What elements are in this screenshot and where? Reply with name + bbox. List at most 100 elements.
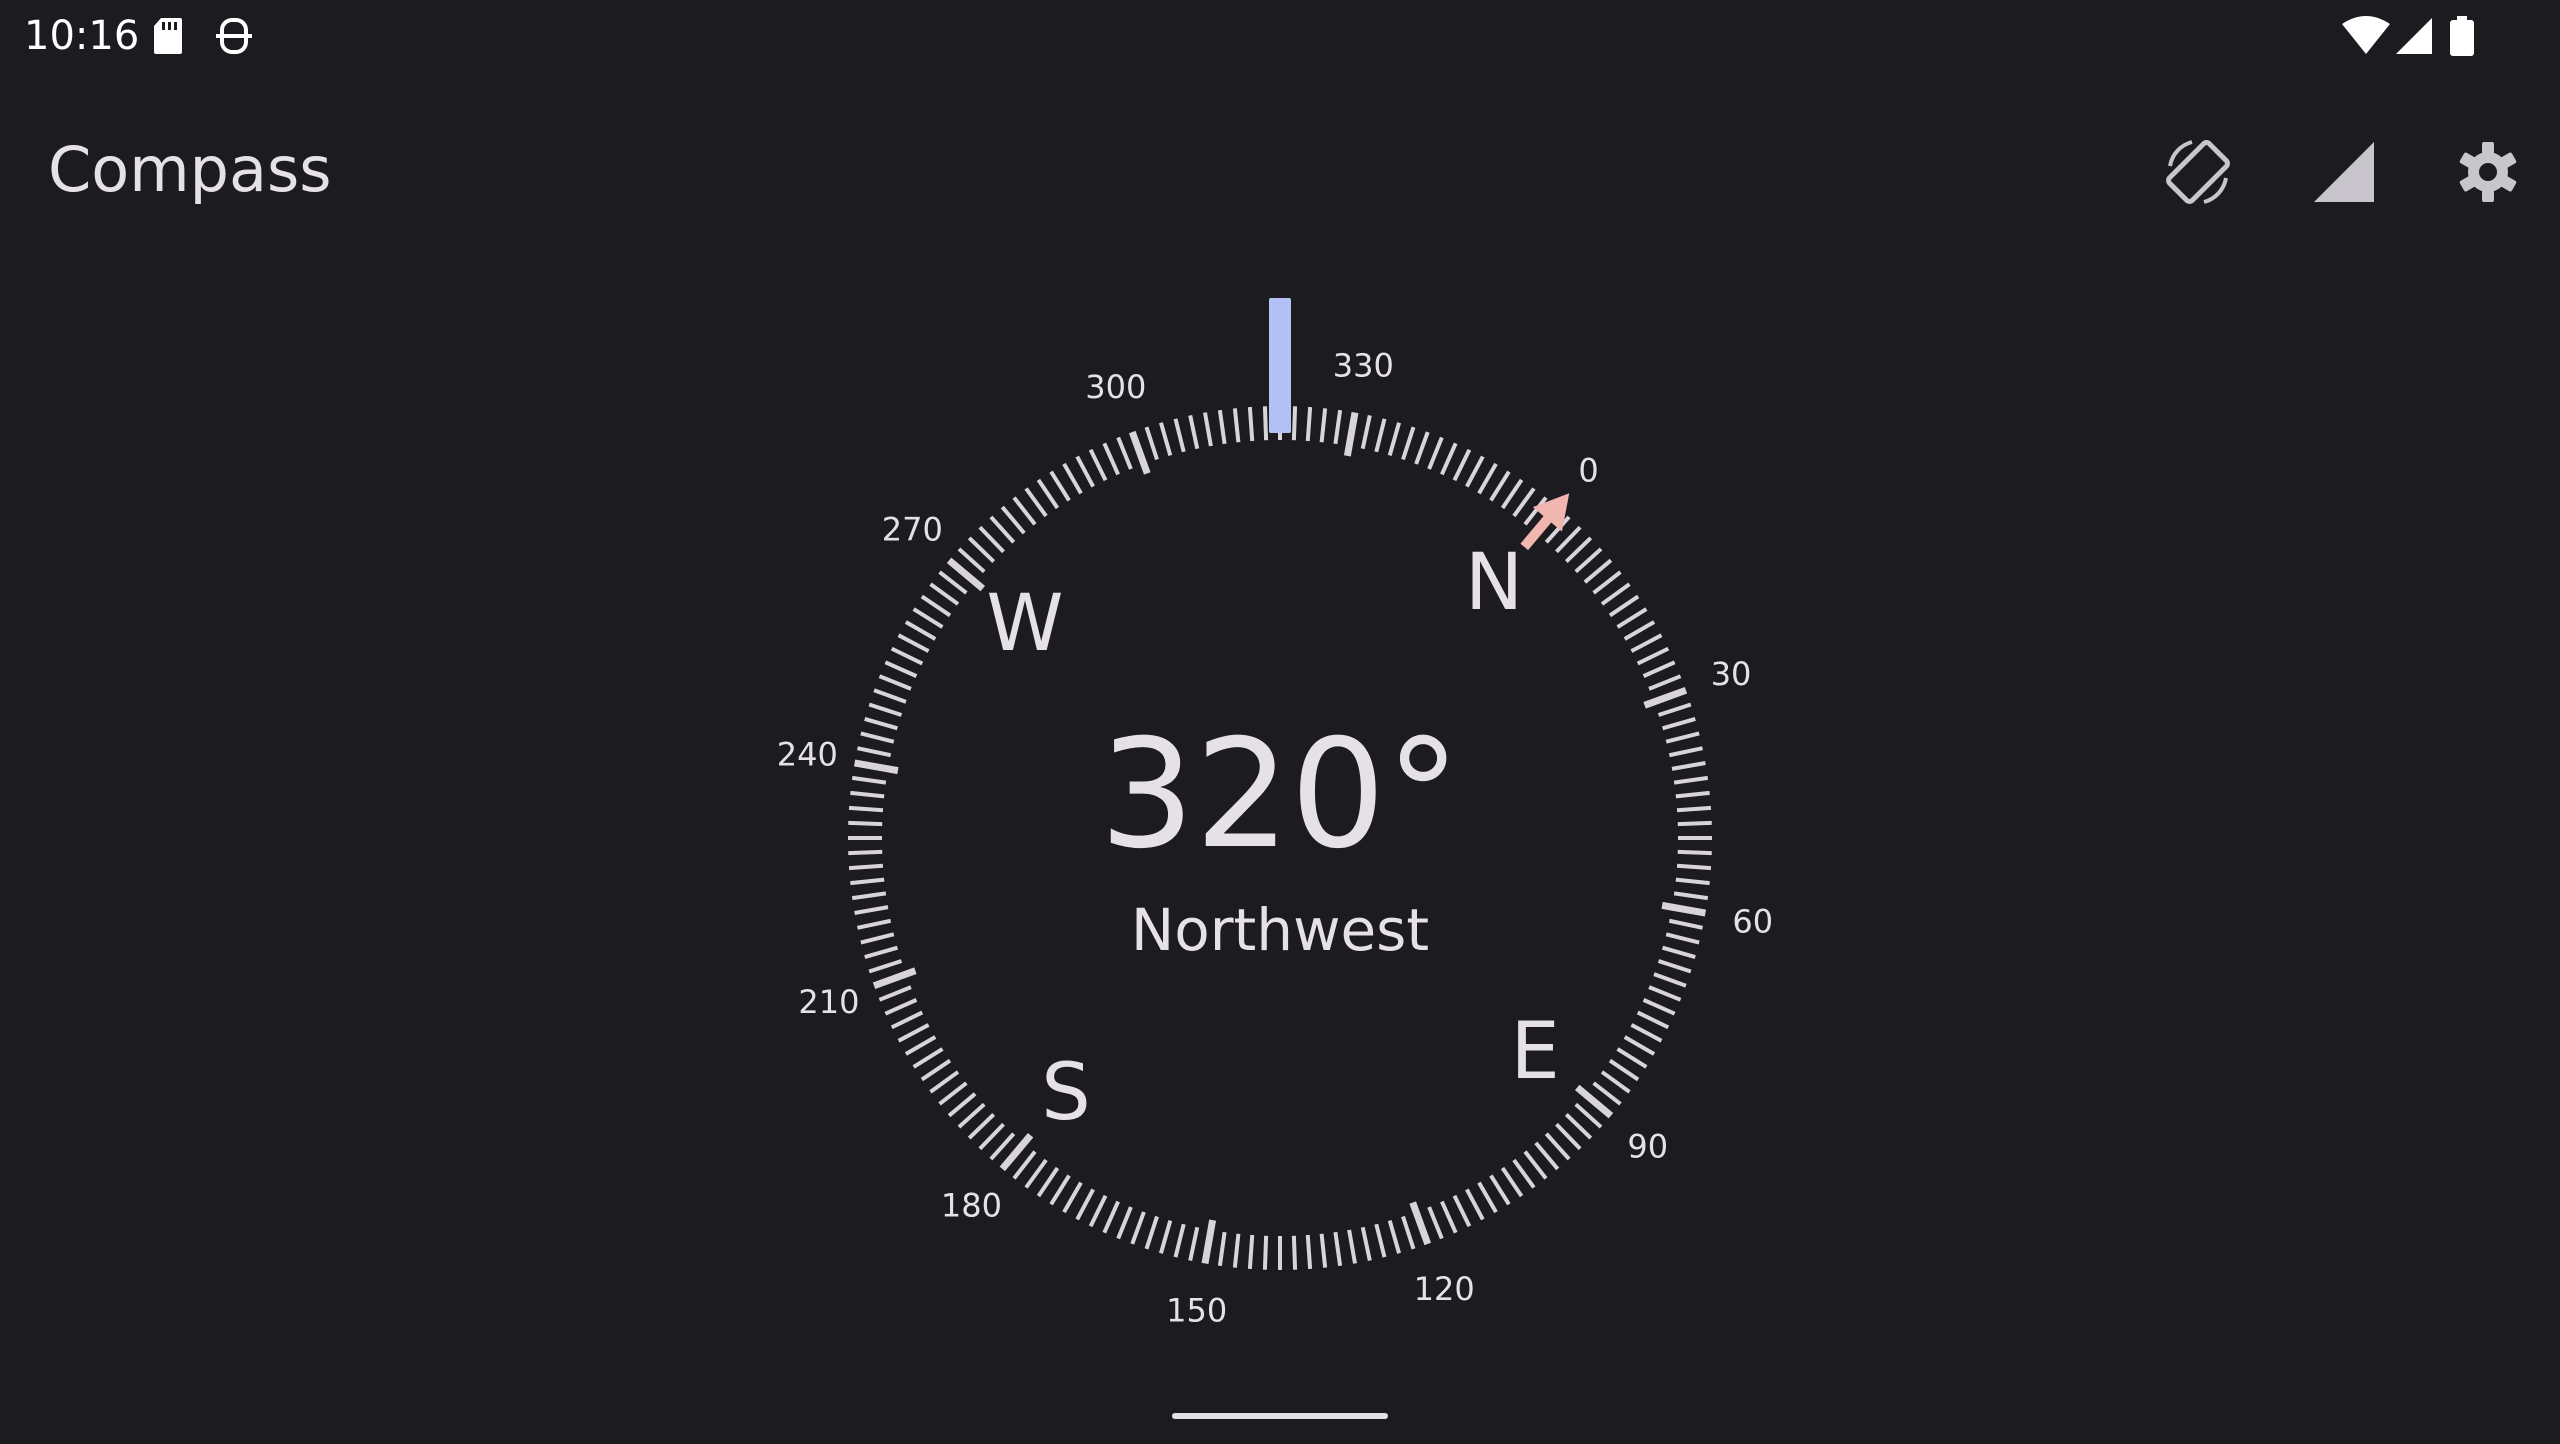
degree-label: 330 [1333,346,1394,384]
minor-tick [904,620,937,641]
minor-tick [878,674,912,691]
minor-tick [978,525,1005,554]
minor-tick [1608,1058,1640,1082]
minor-tick [1583,558,1613,584]
minor-tick [1657,702,1692,717]
minor-tick [1642,998,1676,1016]
minor-tick [1102,442,1120,476]
minor-tick [1600,582,1631,606]
minor-tick [1534,1141,1560,1171]
minor-tick [850,877,885,886]
cardinal-s: S [1041,1048,1091,1138]
minor-tick [1024,1158,1048,1189]
minor-tick [1544,1132,1571,1161]
minor-tick [1648,674,1682,691]
minor-tick [1555,525,1582,554]
minor-tick [1623,620,1656,641]
minor-tick [1203,412,1213,447]
minor-tick [929,1070,960,1094]
major-tick [872,967,917,990]
minor-tick [1333,409,1343,445]
degree-label: 90 [1627,1128,1668,1166]
minor-tick [1360,415,1372,450]
minor-tick [1401,1215,1416,1250]
minor-tick [1673,891,1709,901]
minor-tick [1305,406,1313,442]
major-tick [1128,430,1151,475]
minor-tick [868,702,903,717]
minor-tick [1616,1047,1648,1069]
major-tick [1643,686,1688,709]
minor-tick [897,1023,930,1043]
minor-tick [848,820,883,827]
minor-tick [1000,505,1026,535]
minor-tick [947,1092,977,1118]
minor-tick [1075,455,1095,488]
minor-tick [1465,455,1485,488]
minor-tick [897,633,930,653]
minor-tick [1662,717,1696,731]
minor-tick [1668,746,1703,758]
minor-tick [854,905,889,915]
minor-tick [1173,1223,1186,1258]
minor-tick [1291,406,1298,441]
minor-tick [857,918,892,930]
minor-tick [1668,918,1703,930]
minor-tick [1217,409,1227,445]
minor-tick [1173,418,1186,453]
minor-tick [1636,646,1670,666]
gesture-nav-handle[interactable] [1172,1413,1388,1419]
minor-tick [1440,442,1458,476]
minor-tick [868,959,903,974]
minor-tick [884,660,918,678]
degree-label: 270 [882,510,943,548]
minor-tick [1401,426,1416,461]
minor-tick [1049,1174,1071,1206]
minor-tick [851,775,887,785]
minor-tick [1305,1234,1313,1270]
minor-tick [1677,849,1712,856]
minor-tick [1387,1220,1401,1254]
minor-tick [1144,1215,1159,1250]
minor-tick [1555,1122,1582,1151]
minor-tick [1676,805,1712,813]
minor-tick [1188,1226,1200,1261]
minor-tick [1024,487,1048,518]
heading-indicator [1269,298,1291,433]
minor-tick [938,1081,968,1106]
minor-tick [1075,1188,1095,1221]
minor-tick [1623,1035,1656,1056]
minor-tick [1675,790,1710,799]
minor-tick [1144,426,1159,461]
minor-tick [1319,408,1328,443]
minor-tick [1616,607,1648,629]
minor-tick [1630,633,1663,653]
minor-tick [1036,1166,1060,1198]
minor-tick [1671,761,1706,771]
minor-tick [1477,1181,1498,1214]
degree-label: 120 [1414,1270,1475,1308]
minor-tick [1062,462,1083,495]
minor-tick [1088,1194,1108,1228]
minor-tick [957,1102,986,1129]
minor-tick [1512,487,1536,518]
minor-tick [1662,945,1696,959]
minor-tick [1600,1070,1631,1094]
minor-tick [1675,877,1710,886]
minor-tick [1333,1231,1343,1267]
minor-tick [884,998,918,1016]
cardinal-w: W [986,579,1063,669]
minor-tick [1262,1235,1269,1270]
degree-label: 150 [1166,1292,1227,1330]
minor-tick [1608,594,1640,618]
minor-tick [848,805,884,813]
minor-tick [912,607,944,629]
minor-tick [1636,1010,1670,1030]
minor-tick [1049,470,1071,502]
minor-tick [850,790,885,799]
minor-tick [912,1047,944,1069]
minor-tick [1642,660,1676,678]
degree-label: 30 [1711,655,1752,693]
minor-tick [864,717,898,731]
minor-tick [878,985,912,1002]
